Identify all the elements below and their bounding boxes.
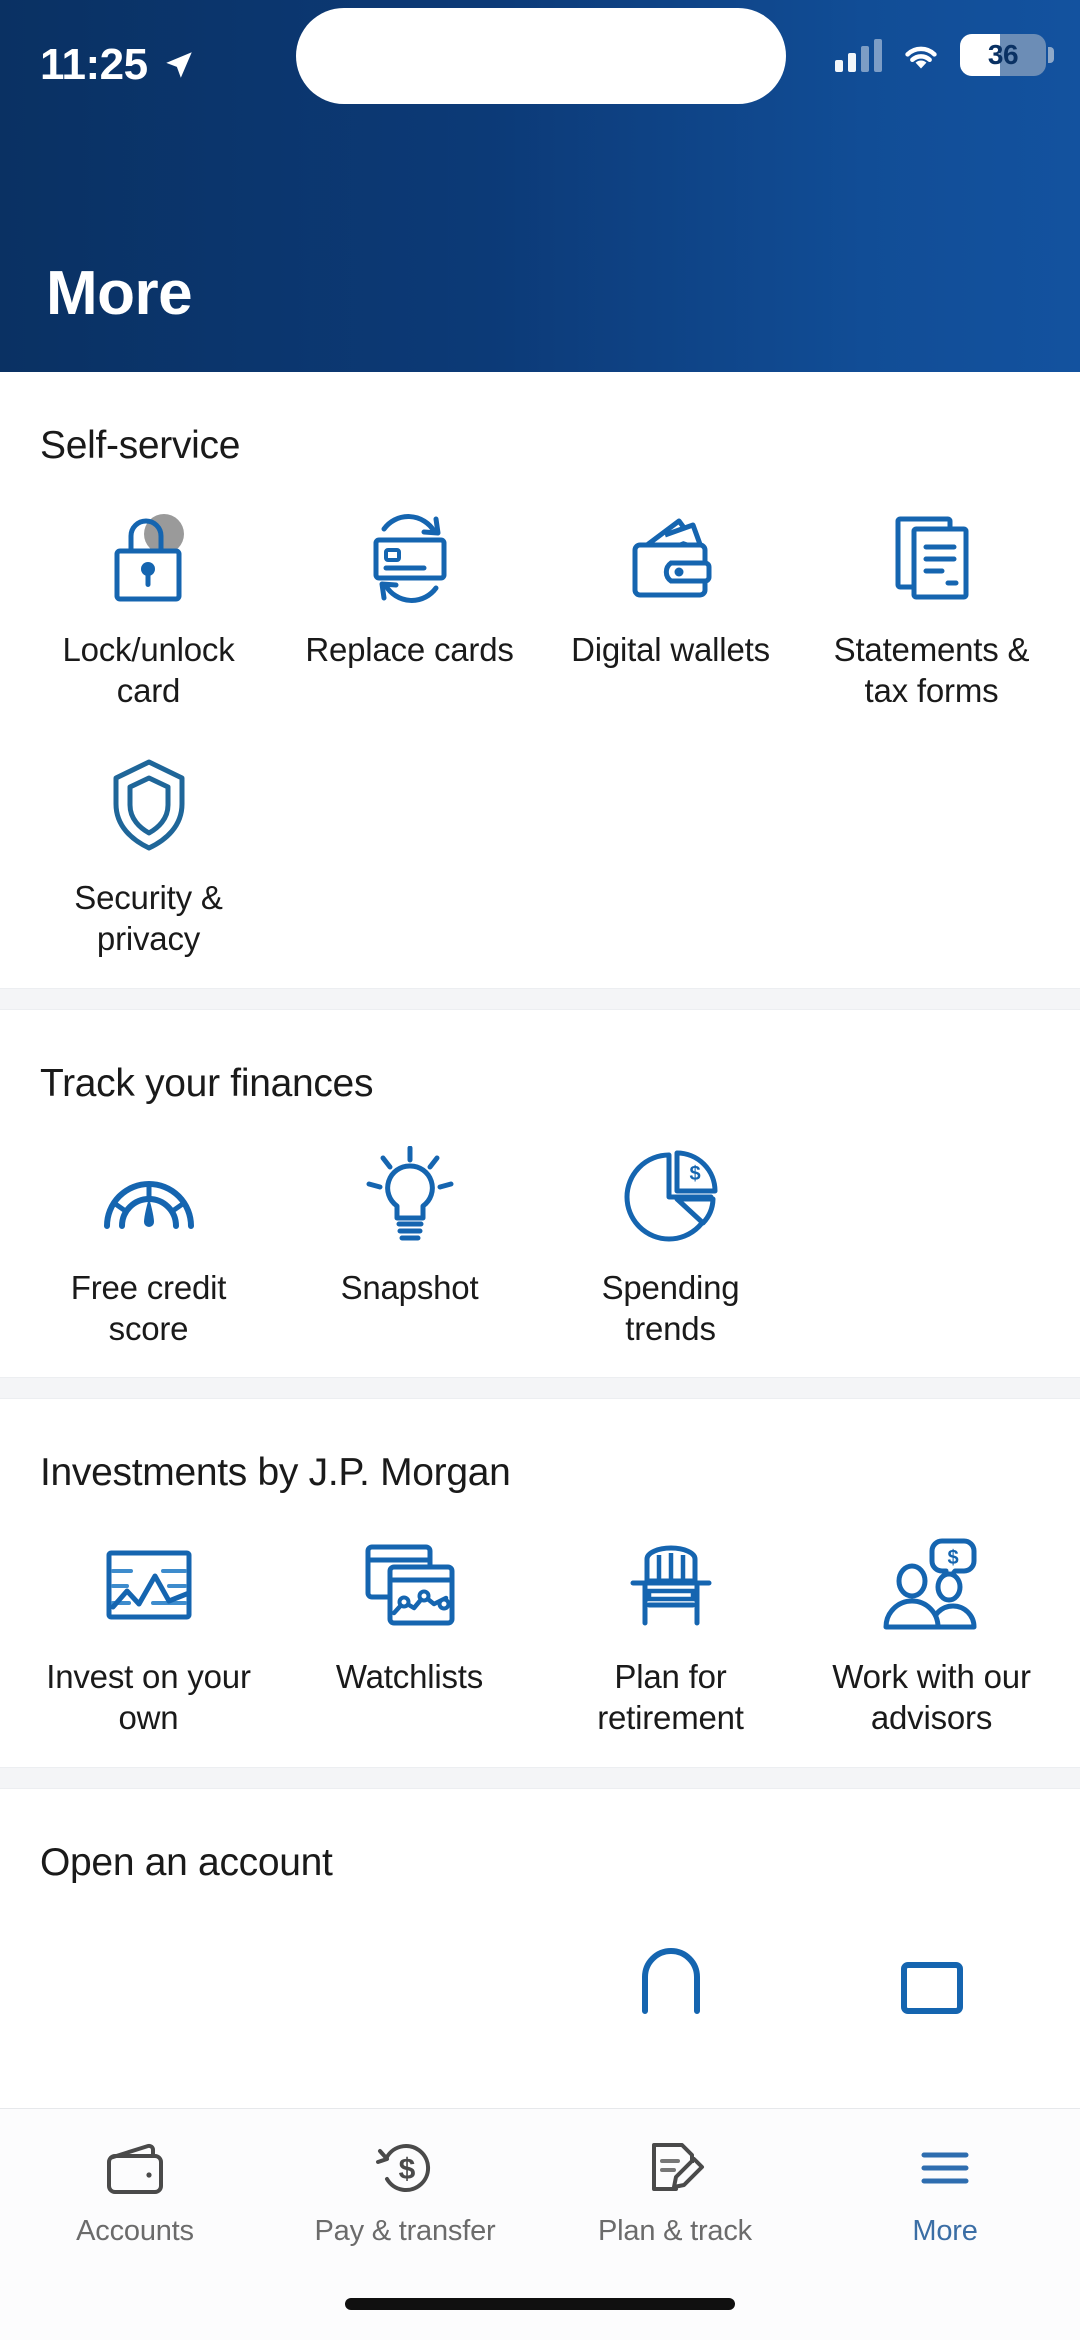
dollar-refresh-icon: $ bbox=[374, 2135, 436, 2201]
nav-item-more[interactable]: More bbox=[810, 2135, 1080, 2248]
svg-text:$: $ bbox=[689, 1163, 700, 1185]
tile-statements-tax-forms[interactable]: Statements & tax forms bbox=[801, 482, 1062, 730]
wifi-icon bbox=[905, 46, 937, 69]
padlock-icon bbox=[101, 506, 197, 610]
tile-label: Statements & tax forms bbox=[833, 631, 1030, 709]
tile-label: Digital wallets bbox=[571, 631, 770, 668]
tile-lock-unlock-card[interactable]: Lock/unlock card bbox=[18, 482, 279, 730]
tile-spacer bbox=[801, 1120, 1062, 1368]
status-bar-left: 11:25 bbox=[40, 40, 196, 90]
nav-item-pay-transfer[interactable]: $ Pay & transfer bbox=[270, 2135, 540, 2248]
section-title: Self-service bbox=[40, 424, 241, 467]
app-screen: 11:25 36 More Self-service Lock/unlock c… bbox=[0, 0, 1080, 2340]
tile-replace-cards[interactable]: Replace cards bbox=[279, 482, 540, 730]
section-title: Investments by J.P. Morgan bbox=[40, 1451, 511, 1495]
tile-label: Free credit score bbox=[70, 1268, 227, 1347]
tile-snapshot[interactable]: Snapshot bbox=[279, 1120, 540, 1368]
adirondack-chair-icon bbox=[623, 1533, 719, 1637]
main-content: Self-service Lock/unlock card Replace ca… bbox=[0, 372, 1080, 2056]
lightbulb-icon bbox=[363, 1144, 457, 1248]
section-self-service: Self-service Lock/unlock card Replace ca… bbox=[0, 372, 1080, 988]
nav-item-label: Plan & track bbox=[598, 2215, 752, 2247]
nav-item-accounts[interactable]: Accounts bbox=[0, 2135, 270, 2248]
tile-label: Replace cards bbox=[305, 631, 514, 668]
advisors-dollar-icon: $ bbox=[880, 1533, 984, 1637]
section-open-an-account: Open an account bbox=[0, 1789, 1080, 2056]
tile-free-credit-score[interactable]: Free credit score bbox=[18, 1120, 279, 1368]
tile-label: Invest on your own bbox=[46, 1658, 251, 1737]
tile-spacer bbox=[279, 1899, 540, 2045]
battery-level: 36 bbox=[987, 39, 1019, 70]
app-header: 11:25 36 More bbox=[0, 0, 1080, 372]
tile-label: Security & privacy bbox=[74, 878, 223, 957]
stacked-charts-icon bbox=[358, 1533, 462, 1637]
tile-grid: Lock/unlock card Replace cards Digital w… bbox=[0, 468, 1080, 978]
tile-security-privacy[interactable]: Security & privacy bbox=[18, 730, 279, 978]
tile-spacer bbox=[18, 1899, 279, 2045]
tile-grid: Invest on your own Watchlists Plan for r… bbox=[0, 1495, 1080, 1757]
tile-spacer bbox=[540, 730, 801, 978]
section-investments: Investments by J.P. Morgan Invest on you… bbox=[0, 1399, 1080, 1768]
tile-label: Lock/unlock card bbox=[62, 631, 235, 709]
section-divider bbox=[0, 1377, 1080, 1400]
section-divider bbox=[0, 987, 1080, 1010]
wallet-outline-icon bbox=[104, 2135, 166, 2201]
section-track-your-finances: Track your finances Free credit score Sn… bbox=[0, 1009, 1080, 1378]
tile-partial-icon[interactable] bbox=[540, 1899, 801, 2045]
nav-item-label: More bbox=[912, 2215, 978, 2247]
tile-label: Snapshot bbox=[340, 1268, 479, 1306]
tile-spending-trends[interactable]: $ Spending trends bbox=[540, 1120, 801, 1368]
pie-chart-dollar-icon: $ bbox=[621, 1144, 721, 1248]
status-time: 11:25 bbox=[40, 40, 148, 89]
tile-spacer bbox=[801, 730, 1062, 978]
tile-label: Watchlists bbox=[335, 1658, 484, 1696]
page-title: More bbox=[46, 259, 193, 328]
document-pencil-icon bbox=[644, 2135, 706, 2201]
camera-notch bbox=[296, 8, 786, 104]
cellular-signal-icon bbox=[835, 38, 882, 72]
nav-item-label: Accounts bbox=[76, 2215, 194, 2247]
hamburger-menu-icon bbox=[914, 2135, 976, 2201]
rectangle-icon bbox=[892, 1923, 972, 2027]
shield-icon bbox=[104, 754, 194, 858]
credit-card-refresh-icon bbox=[360, 506, 460, 610]
section-divider bbox=[0, 1767, 1080, 1790]
section-title: Track your finances bbox=[40, 1061, 374, 1105]
tile-label: Spending trends bbox=[601, 1268, 740, 1347]
nav-item-plan-track[interactable]: Plan & track bbox=[540, 2135, 810, 2248]
tile-plan-for-retirement[interactable]: Plan for retirement bbox=[540, 1509, 801, 1757]
home-indicator[interactable] bbox=[345, 2298, 735, 2310]
section-title: Open an account bbox=[40, 1841, 333, 1885]
tile-grid bbox=[0, 1885, 1080, 2045]
tile-digital-wallets[interactable]: Digital wallets bbox=[540, 482, 801, 730]
tile-partial-icon[interactable] bbox=[801, 1899, 1062, 2045]
status-bar: 11:25 36 bbox=[0, 0, 1080, 130]
tile-spacer bbox=[279, 730, 540, 978]
gauge-icon bbox=[95, 1144, 203, 1248]
location-arrow-icon bbox=[165, 52, 192, 78]
status-bar-right: 36 bbox=[835, 34, 1054, 76]
nav-item-label: Pay & transfer bbox=[314, 2215, 496, 2247]
svg-text:$: $ bbox=[947, 1547, 958, 1569]
svg-text:$: $ bbox=[399, 2153, 416, 2186]
arch-icon bbox=[631, 1923, 711, 2027]
battery-indicator: 36 bbox=[960, 34, 1054, 76]
documents-stack-icon bbox=[884, 506, 980, 610]
wallet-icon bbox=[621, 506, 721, 610]
tile-label: Plan for retirement bbox=[597, 1658, 744, 1737]
tile-work-with-our-advisors[interactable]: $ Work with our advisors bbox=[801, 1509, 1062, 1757]
tile-invest-on-your-own[interactable]: Invest on your own bbox=[18, 1509, 279, 1757]
tile-label: Work with our advisors bbox=[832, 1658, 1031, 1737]
tile-grid: Free credit score Snapshot $ Spending tr… bbox=[0, 1106, 1080, 1368]
tile-watchlists[interactable]: Watchlists bbox=[279, 1509, 540, 1757]
line-chart-icon bbox=[99, 1533, 199, 1637]
